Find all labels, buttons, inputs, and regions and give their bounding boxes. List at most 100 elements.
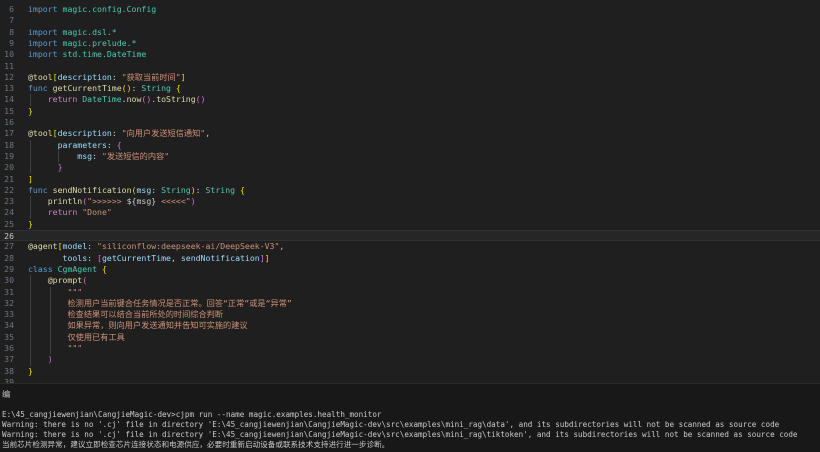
- panel-tab-label[interactable]: 编: [2, 388, 10, 400]
- code-line[interactable]: 27 @agent[model: "siliconflow:deepseek-ai…: [0, 241, 820, 252]
- line-number: 24: [4, 207, 14, 218]
- code-line[interactable]: 14 return DateTime.now().toString(): [0, 94, 820, 105]
- code-text: println(">>>>>> ${msg} <<<<<"): [28, 196, 196, 207]
- code-token: import: [28, 26, 58, 37]
- code-token: ]: [180, 71, 186, 82]
- code-token: String: [141, 83, 171, 94]
- code-token: description: [57, 71, 112, 82]
- line-number: 35: [4, 331, 14, 342]
- code-text: class CgmAgent {: [28, 264, 107, 275]
- code-line[interactable]: 16: [0, 117, 820, 128]
- code-token: parameters: [57, 139, 107, 150]
- code-token: func: [28, 184, 48, 195]
- code-line[interactable]: 31 """: [0, 287, 820, 298]
- code-text: """: [28, 343, 82, 354]
- code-line[interactable]: 30 @prompt(: [0, 275, 820, 286]
- code-line[interactable]: 15}: [0, 106, 820, 117]
- code-text: }: [28, 219, 33, 230]
- code-token: 如果异常，则向用户发送通知并告知可实施的建议: [67, 320, 248, 331]
- code-token: description: [57, 128, 112, 139]
- code-line[interactable]: 6 import magic.config.Config: [0, 4, 820, 15]
- indent-guide: [30, 139, 31, 174]
- line-number: 38: [4, 365, 14, 376]
- code-text: parameters: {: [28, 140, 122, 151]
- code-token: println: [47, 196, 83, 207]
- code-line[interactable]: 20 }: [0, 162, 820, 173]
- line-number: 8: [9, 26, 14, 37]
- code-line[interactable]: 11: [0, 61, 820, 72]
- code-token: magic.prelude.*: [62, 37, 137, 48]
- code-token: <<<<<": [156, 196, 191, 207]
- code-token: import: [28, 4, 58, 14]
- code-line[interactable]: 36 """: [0, 343, 820, 354]
- line-number: 33: [4, 309, 14, 320]
- code-text: return "Done": [28, 207, 112, 218]
- code-line[interactable]: 35 仅使用已有工具: [0, 332, 820, 343]
- code-token: :: [106, 139, 117, 150]
- code-text: }: [28, 366, 33, 377]
- code-token: getCurrentTime: [101, 252, 171, 263]
- line-number: 20: [4, 162, 14, 173]
- line-number: 16: [4, 117, 14, 127]
- code-token: tools: [62, 252, 88, 263]
- code-line[interactable]: 18 parameters: {: [0, 140, 820, 151]
- code-text: func sendNotification(msg: String): Stri…: [28, 185, 245, 196]
- code-token: "Done": [82, 207, 112, 218]
- code-token: @tool: [28, 128, 53, 139]
- code-token: msg: [136, 184, 152, 195]
- terminal-panel[interactable]: 编 E:\45_cangjiewenjian\CangjieMagic-dev>…: [0, 383, 820, 452]
- code-token: :: [131, 83, 142, 94]
- code-editor[interactable]: 6 import magic.config.Config 7 8 import magi…: [0, 0, 820, 383]
- code-line[interactable]: 33 检查结果可以结合当前所处的时间综合判断: [0, 309, 820, 320]
- code-text: @tool[description: "获取当前时间"]: [28, 72, 186, 83]
- code-line[interactable]: 24 return "Done": [0, 207, 820, 218]
- code-token: CgmAgent: [57, 263, 98, 274]
- code-line[interactable]: 13 func getCurrentTime(): String {: [0, 83, 820, 94]
- code-token: magic.config.Config: [62, 4, 157, 14]
- indent-guide: [50, 286, 51, 355]
- code-text: @agent[model: "siliconflow:deepseek-ai/D…: [28, 241, 284, 252]
- code-token: :: [111, 71, 122, 82]
- code-line[interactable]: 17 @tool[description: "向用户发送短信通知",: [0, 128, 820, 139]
- code-line[interactable]: 9 import magic.prelude.*: [0, 38, 820, 49]
- code-token: "向用户发送短信通知": [121, 128, 206, 139]
- code-token: ${msg}: [126, 196, 157, 207]
- code-token: sendNotification: [52, 184, 132, 195]
- code-line[interactable]: 32 检测用户当前键合任务情况是否正常。回答“正常”或是“异常”: [0, 298, 820, 309]
- code-line[interactable]: 37 ): [0, 354, 820, 365]
- code-line[interactable]: 21]: [0, 174, 820, 185]
- code-line[interactable]: 28 tools: [getCurrentTime, sendNotificat…: [0, 253, 820, 264]
- terminal-line: 当前芯片检测异常，建议立即检查芯片连接状态和电源供应，必要时重新启动设备或联系技…: [2, 440, 390, 449]
- code-token: sendNotification: [180, 252, 260, 263]
- code-text: func getCurrentTime(): String {: [28, 83, 181, 94]
- code-line[interactable]: 10 import std.time.DateTime: [0, 49, 820, 60]
- code-token: "发送短信的内容": [101, 150, 170, 161]
- code-line[interactable]: 12 @tool[description: "获取当前时间"]: [0, 72, 820, 83]
- code-line[interactable]: 25}: [0, 219, 820, 230]
- code-line[interactable]: 7: [0, 15, 820, 26]
- code-line[interactable]: 22 func sendNotification(msg: String): St…: [0, 185, 820, 196]
- code-line[interactable]: 26: [0, 230, 820, 241]
- line-number: 37: [4, 354, 14, 365]
- code-token: @agent: [28, 241, 58, 252]
- line-number: 30: [4, 275, 14, 286]
- code-token: 仅使用已有工具: [67, 331, 125, 342]
- code-token: import: [28, 37, 58, 48]
- code-line[interactable]: 34 如果异常，则向用户发送通知并告知可实施的建议: [0, 320, 820, 331]
- code-line[interactable]: 8 import magic.dsl.*: [0, 27, 820, 38]
- code-token: magic.dsl.*: [62, 26, 117, 37]
- code-line[interactable]: 19 msg: "发送短信的内容": [0, 151, 820, 162]
- code-token: 检测用户当前键合任务情况是否正常。回答“正常”或是“异常”: [67, 297, 292, 308]
- code-line[interactable]: 38}: [0, 366, 820, 377]
- code-token: ,: [279, 241, 285, 252]
- code-token: :: [92, 150, 102, 161]
- code-line[interactable]: 23 println(">>>>>> ${msg} <<<<<"): [0, 196, 820, 207]
- code-line[interactable]: 29 class CgmAgent {: [0, 264, 820, 275]
- code-token: getCurrentTime: [52, 83, 122, 94]
